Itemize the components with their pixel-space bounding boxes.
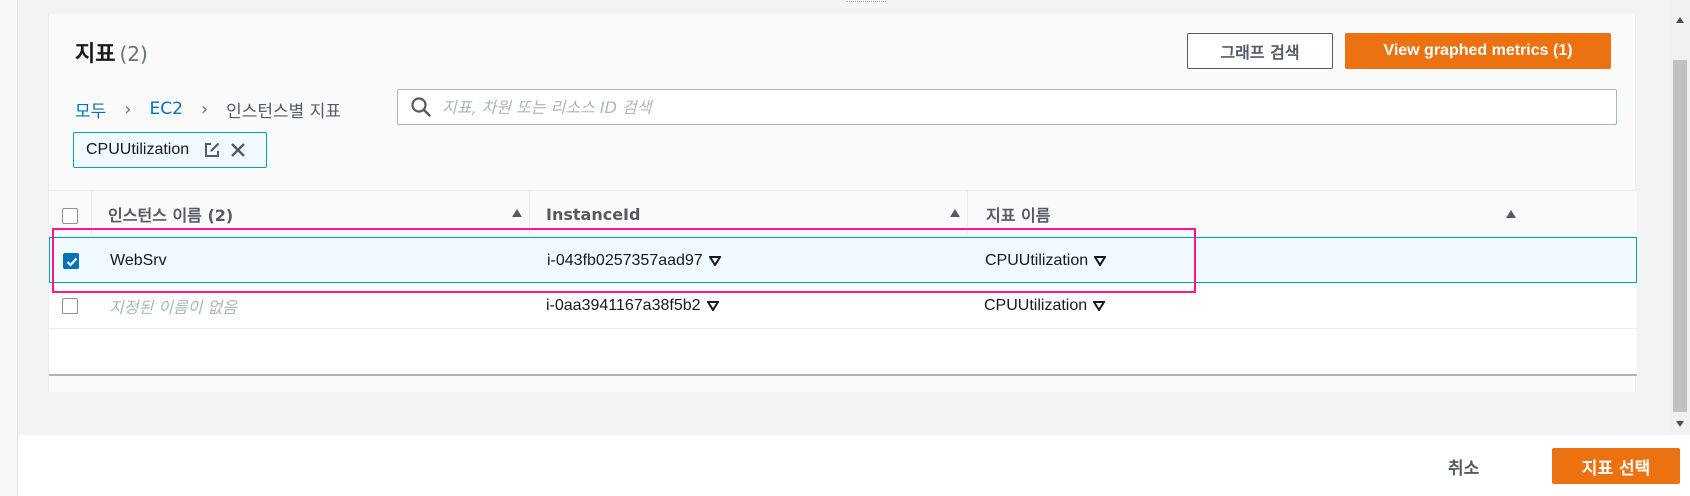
vertical-scrollbar[interactable]: [1670, 0, 1690, 435]
background-page: [0, 0, 18, 496]
column-header-label: 지표 이름: [986, 206, 1051, 225]
cancel-button[interactable]: 취소: [1448, 450, 1479, 482]
scroll-down-arrow-icon[interactable]: [1675, 420, 1685, 428]
caret-down-icon[interactable]: [1094, 256, 1107, 266]
filter-token-label: CPUUtilization: [86, 141, 190, 158]
chevron-right-icon: ›: [124, 98, 132, 120]
cell-instance-name: 지정된 이름이 없음: [109, 298, 237, 317]
breadcrumb: 모두 › EC2 › 인스턴스별 지표: [75, 96, 341, 122]
resize-handle[interactable]: [846, 0, 886, 2]
scroll-up-arrow-icon[interactable]: [1675, 16, 1685, 24]
row-checkbox[interactable]: [62, 298, 78, 314]
cell-metric-name[interactable]: CPUUtilization: [985, 238, 1107, 284]
search-graph-button[interactable]: 그래프 검색: [1187, 33, 1333, 69]
select-all-checkbox[interactable]: [62, 208, 78, 224]
column-header-instance-id[interactable]: InstanceId: [529, 191, 967, 237]
breadcrumb-all[interactable]: 모두: [75, 97, 106, 122]
modal-body: 지표 (2) 그래프 검색 View graphed metrics (1) 모두…: [18, 0, 1670, 435]
row-checkbox[interactable]: [63, 253, 79, 269]
instance-id-text: i-0aa3941167a38f5b2: [546, 297, 701, 314]
caret-down-icon[interactable]: [706, 301, 719, 311]
column-header-label: 인스턴스 이름 (2): [108, 206, 234, 225]
metric-search-box[interactable]: [397, 89, 1617, 125]
cell-instance-id[interactable]: i-043fb0257357aad97: [547, 238, 721, 284]
scrollbar-thumb[interactable]: [1673, 60, 1687, 412]
panel-title-count: (2): [119, 42, 148, 66]
cell-metric-name[interactable]: CPUUtilization: [984, 283, 1106, 329]
sort-ascending-icon[interactable]: [1505, 209, 1517, 219]
edit-icon[interactable]: [203, 141, 221, 159]
select-metric-modal: 지표 (2) 그래프 검색 View graphed metrics (1) 모두…: [18, 0, 1690, 496]
sort-ascending-icon[interactable]: [511, 208, 523, 218]
chevron-right-icon: ›: [200, 98, 209, 120]
cell-instance-name: WebSrv: [110, 252, 167, 269]
column-header-instance-name[interactable]: 인스턴스 이름 (2): [91, 191, 529, 237]
filter-token: CPUUtilization: [73, 132, 267, 168]
panel-title-text: 지표: [75, 42, 116, 67]
metric-name-text: CPUUtilization: [984, 297, 1088, 314]
table-row[interactable]: 지정된 이름이 없음 i-0aa3941167a38f5b2 CPUUtiliz…: [49, 283, 1637, 329]
caret-down-icon[interactable]: [708, 256, 721, 266]
column-header-metric-name[interactable]: 지표 이름: [967, 191, 1519, 237]
metrics-table: 인스턴스 이름 (2) InstanceId 지표 이름 WebSrv i-04…: [49, 190, 1637, 376]
checkmark-icon: [66, 257, 78, 267]
breadcrumb-ec2[interactable]: EC2: [149, 99, 182, 119]
column-header-label: InstanceId: [546, 204, 641, 224]
select-metric-button[interactable]: 지표 선택: [1552, 448, 1680, 484]
table-header: 인스턴스 이름 (2) InstanceId 지표 이름: [49, 191, 1637, 237]
search-input[interactable]: [442, 97, 1592, 117]
cell-instance-id[interactable]: i-0aa3941167a38f5b2: [546, 283, 719, 329]
metric-name-text: CPUUtilization: [985, 252, 1089, 269]
sort-ascending-icon[interactable]: [949, 208, 961, 218]
instance-id-text: i-043fb0257357aad97: [547, 252, 703, 269]
panel-title: 지표 (2): [75, 36, 148, 68]
breadcrumb-current: 인스턴스별 지표: [226, 101, 342, 122]
view-graphed-metrics-button[interactable]: View graphed metrics (1): [1345, 33, 1611, 69]
search-icon: [411, 97, 431, 117]
table-row[interactable]: WebSrv i-043fb0257357aad97 CPUUtilizatio…: [49, 237, 1637, 283]
metrics-panel: 지표 (2) 그래프 검색 View graphed metrics (1) 모두…: [48, 14, 1637, 392]
close-icon[interactable]: [229, 141, 247, 159]
caret-down-icon[interactable]: [1093, 301, 1106, 311]
